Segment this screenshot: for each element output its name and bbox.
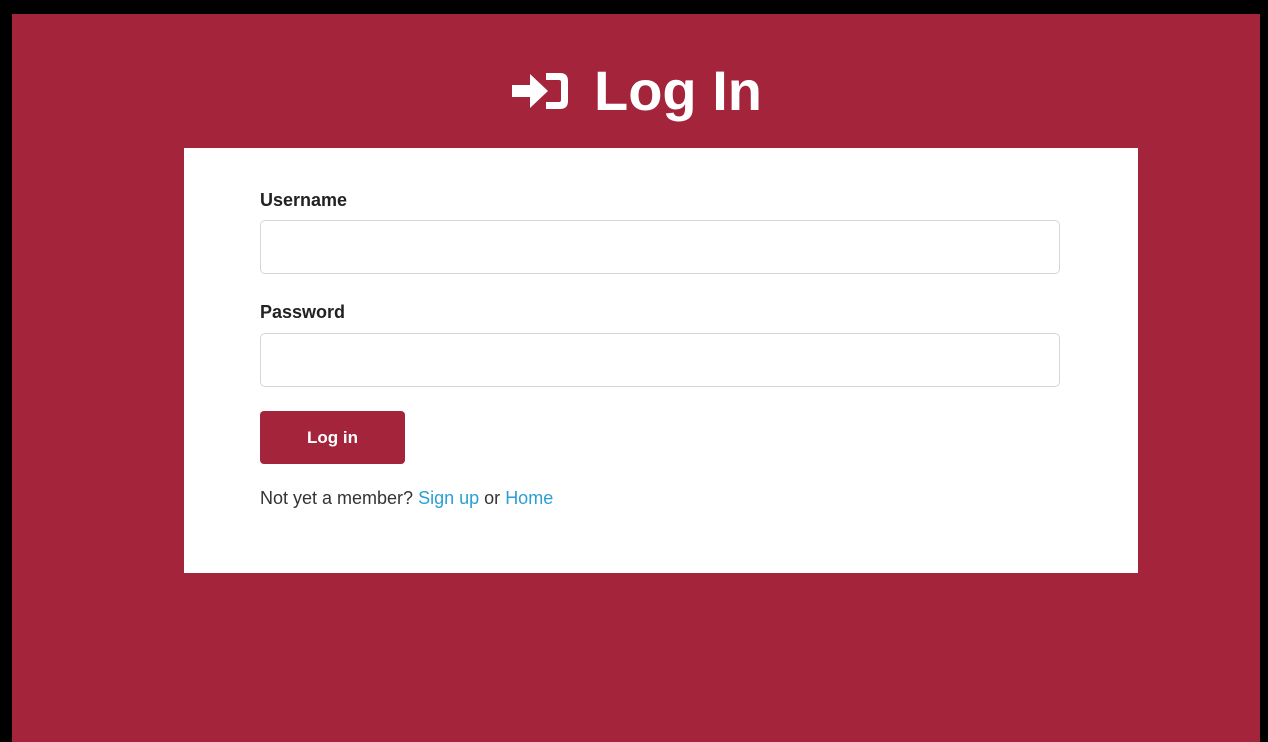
signup-prompt: Not yet a member? Sign up or Home bbox=[260, 488, 553, 509]
page-title: Log In bbox=[12, 60, 1260, 122]
username-label: Username bbox=[260, 190, 348, 210]
sign-in-icon bbox=[510, 68, 572, 114]
page-title-text: Log In bbox=[594, 59, 762, 122]
login-card: Username Password Log in Not yet a membe… bbox=[184, 148, 1138, 573]
username-input[interactable] bbox=[260, 220, 1060, 274]
home-link[interactable]: Home bbox=[505, 488, 553, 508]
password-input[interactable] bbox=[260, 333, 1060, 387]
login-button[interactable]: Log in bbox=[260, 411, 405, 464]
login-page: Log In Username Password Log in Not yet … bbox=[12, 14, 1260, 742]
connector-text: or bbox=[484, 488, 501, 508]
password-label: Password bbox=[260, 302, 346, 322]
signup-link[interactable]: Sign up bbox=[418, 488, 479, 508]
signup-prompt-text: Not yet a member? bbox=[260, 488, 414, 508]
